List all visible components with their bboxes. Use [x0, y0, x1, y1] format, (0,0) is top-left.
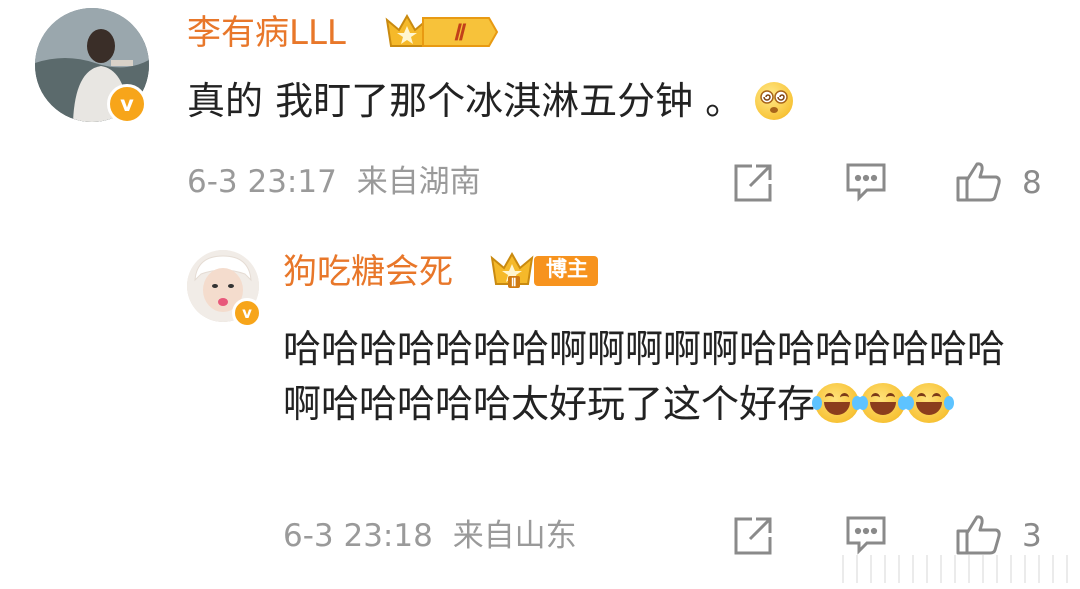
comment-username[interactable]: 李有病LLL — [187, 16, 346, 50]
comment-icon[interactable] — [845, 162, 887, 206]
blogger-badge-label: 博主 — [546, 257, 588, 281]
bottom-overlay — [830, 555, 1070, 583]
crown-badge-icon[interactable]: Ⅱ — [383, 12, 501, 56]
share-icon[interactable] — [732, 515, 774, 561]
laughing-tears-emoji-icon — [904, 383, 955, 423]
laughing-tears-emoji-icon — [858, 383, 909, 423]
verified-v-icon: v — [232, 298, 262, 328]
thumbs-up-icon[interactable] — [955, 513, 1003, 561]
thumbs-up-icon[interactable] — [955, 160, 1003, 208]
comment-location: 来自湖南 — [356, 164, 481, 200]
comment-text-body: 真的 我盯了那个冰淇淋五分钟 。 — [187, 79, 744, 123]
verified-v-icon: v — [107, 84, 147, 124]
comment-text: 真的 我盯了那个冰淇淋五分钟 。 — [187, 79, 794, 123]
like-count: 3 — [1022, 518, 1042, 554]
reply-location: 来自山东 — [452, 518, 577, 554]
svg-text:Ⅱ: Ⅱ — [511, 277, 516, 289]
reply-time: 6-3 23:18 — [283, 518, 433, 554]
like-count: 8 — [1022, 165, 1042, 201]
laughing-tears-emoji-icon — [812, 383, 863, 423]
comment-time: 6-3 23:17 — [187, 164, 337, 200]
comment-meta: 6-3 23:17 来自湖南 — [187, 167, 481, 198]
dizzy-face-emoji-icon — [755, 82, 794, 120]
reply-username[interactable]: 狗吃糖会死 — [283, 255, 453, 289]
share-icon[interactable] — [732, 162, 774, 208]
reply-text: 哈哈哈哈哈哈哈啊啊啊啊啊哈哈哈哈哈哈哈啊哈哈哈哈哈太好玩了这个好存 — [283, 322, 1023, 432]
comment-icon[interactable] — [845, 515, 887, 559]
reply-meta: 6-3 23:18 来自山东 — [283, 521, 577, 552]
